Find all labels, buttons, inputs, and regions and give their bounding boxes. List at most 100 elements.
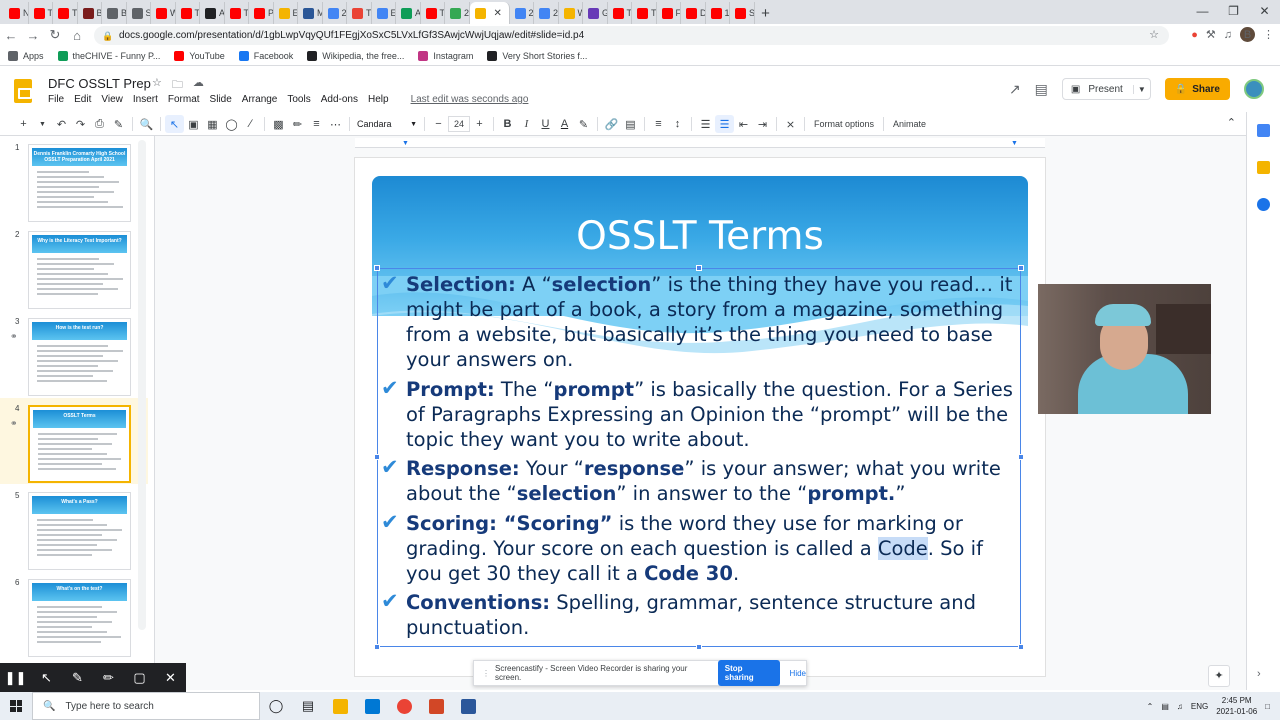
- link-icon[interactable]: 🔗: [602, 115, 621, 133]
- browser-tab[interactable]: A R: [200, 2, 225, 24]
- start-button[interactable]: [0, 692, 32, 720]
- decrease-font-icon[interactable]: −: [429, 115, 448, 133]
- browser-tab[interactable]: 20: [323, 2, 347, 24]
- url-input[interactable]: 🔒 docs.google.com/presentation/d/1gbLwpV…: [94, 26, 1169, 45]
- textbox-icon[interactable]: ▣: [184, 115, 203, 133]
- tab-close-icon[interactable]: ✕: [494, 8, 502, 19]
- mail-icon[interactable]: [356, 692, 388, 720]
- menu-file[interactable]: File: [48, 94, 64, 105]
- browser-tab[interactable]: ✕: [469, 2, 510, 24]
- browser-tab[interactable]: Tru: [632, 2, 657, 24]
- tasks-icon[interactable]: [1257, 198, 1270, 211]
- account-avatar[interactable]: [1244, 79, 1264, 99]
- clock[interactable]: 2:45 PM 2021-01-06: [1216, 695, 1257, 717]
- chrome-icon[interactable]: [388, 692, 420, 720]
- language-indicator[interactable]: ENG: [1191, 702, 1208, 711]
- bookmark-item[interactable]: theCHIVE - Funny P...: [57, 50, 160, 61]
- animate-button[interactable]: Animate: [888, 119, 931, 129]
- present-dropdown-icon[interactable]: ▼: [1132, 84, 1150, 94]
- selected-text-highlight[interactable]: Code: [877, 536, 928, 560]
- bookmark-item[interactable]: Instagram: [418, 50, 473, 61]
- camera-icon[interactable]: ▢: [124, 670, 155, 686]
- cloud-status-icon[interactable]: ☁: [193, 76, 204, 95]
- browser-tab[interactable]: Wi: [151, 2, 176, 24]
- drag-handle-icon[interactable]: ⋮: [482, 669, 490, 678]
- last-edit-status[interactable]: Last edit was seconds ago: [411, 94, 529, 105]
- activity-trend-icon[interactable]: ↗: [1009, 81, 1021, 98]
- slide-thumbnail[interactable]: What's a Pass?: [28, 492, 131, 570]
- browser-tab[interactable]: De: [681, 2, 706, 24]
- bookmark-item[interactable]: Apps: [8, 50, 44, 61]
- browser-tab[interactable]: Th: [421, 2, 445, 24]
- browser-tab[interactable]: EN: [372, 2, 396, 24]
- keep-icon[interactable]: [1257, 161, 1270, 174]
- share-button[interactable]: 🔒 Share: [1164, 78, 1230, 100]
- powerpoint-icon[interactable]: [420, 692, 452, 720]
- cortana-icon[interactable]: ◯: [260, 692, 292, 720]
- pause-icon[interactable]: ❚❚: [0, 670, 31, 686]
- explore-icon[interactable]: ✦: [1208, 665, 1230, 687]
- browser-tab[interactable]: Tril: [347, 2, 372, 24]
- font-size-input[interactable]: 24: [448, 116, 470, 132]
- restore-icon[interactable]: ❐: [1218, 0, 1249, 22]
- notifications-icon[interactable]: □: [1265, 702, 1270, 711]
- comment-icon[interactable]: ▤: [621, 115, 640, 133]
- extension-icon[interactable]: ●: [1191, 29, 1198, 41]
- browser-tab[interactable]: Bo: [78, 2, 102, 24]
- volume-icon[interactable]: ♫: [1177, 702, 1183, 711]
- border-weight-icon[interactable]: ≡: [307, 115, 326, 133]
- undo-icon[interactable]: ↶: [52, 115, 71, 133]
- highlighter-icon[interactable]: ✏: [93, 670, 124, 686]
- resize-handle[interactable]: [1018, 265, 1024, 271]
- stop-sharing-button[interactable]: Stop sharing: [717, 660, 780, 686]
- slide-thumbnail[interactable]: OSSLT Terms: [28, 405, 131, 483]
- chevron-right-icon[interactable]: ›: [1257, 668, 1261, 680]
- browser-tab[interactable]: As: [396, 2, 421, 24]
- browser-tab[interactable]: Mo: [298, 2, 323, 24]
- browser-tab[interactable]: Na: [4, 2, 29, 24]
- browser-tab[interactable]: Th: [608, 2, 632, 24]
- bookmark-star-icon[interactable]: ☆: [1149, 28, 1159, 41]
- slides-logo-icon[interactable]: [14, 79, 32, 103]
- forward-icon[interactable]: →: [22, 28, 44, 43]
- close-icon[interactable]: ✕: [155, 670, 186, 686]
- hide-button[interactable]: Hide: [790, 669, 806, 678]
- bookmark-item[interactable]: YouTube: [174, 50, 225, 61]
- browser-tab[interactable]: 20: [510, 2, 534, 24]
- pointer-icon[interactable]: ↖: [31, 670, 62, 686]
- align-icon[interactable]: ≡: [649, 115, 668, 133]
- browser-tab[interactable]: Top: [176, 2, 200, 24]
- minimize-icon[interactable]: —: [1187, 0, 1218, 22]
- star-icon[interactable]: ☆: [152, 76, 162, 95]
- slide-thumbnail-row[interactable]: 1 Dennis Franklin Cromarty High School OS…: [0, 137, 148, 223]
- bookmark-item[interactable]: Wikipedia, the free...: [307, 50, 404, 61]
- browser-tab[interactable]: 20: [534, 2, 559, 24]
- menu-add-ons[interactable]: Add-ons: [321, 94, 358, 105]
- ruler-indent-icon[interactable]: ▼: [402, 140, 410, 147]
- clear-formatting-icon[interactable]: ⨯: [781, 115, 800, 133]
- font-select[interactable]: Candara ▼: [354, 115, 420, 133]
- slide-thumbnail-row[interactable]: 5 What's a Pass?: [0, 485, 148, 571]
- bulleted-list-icon[interactable]: ☰: [715, 115, 734, 133]
- close-window-icon[interactable]: ✕: [1249, 0, 1280, 22]
- menu-insert[interactable]: Insert: [133, 94, 158, 105]
- menu-slide[interactable]: Slide: [210, 94, 232, 105]
- zoom-icon[interactable]: 🔍: [137, 115, 156, 133]
- new-slide-dropdown-icon[interactable]: ▼: [33, 115, 52, 133]
- menu-view[interactable]: View: [101, 94, 123, 105]
- bookmark-item[interactable]: Very Short Stories f...: [487, 50, 587, 61]
- filmstrip-scrollbar[interactable]: [138, 140, 146, 630]
- browser-tab[interactable]: Sul: [730, 2, 755, 24]
- browser-tab[interactable]: Top: [29, 2, 53, 24]
- numbered-list-icon[interactable]: ☰: [696, 115, 715, 133]
- bookmark-item[interactable]: Facebook: [238, 50, 293, 61]
- task-view-icon[interactable]: ▤: [292, 692, 324, 720]
- comments-icon[interactable]: ▤: [1035, 81, 1048, 98]
- slide-thumbnail[interactable]: Dennis Franklin Cromarty High School OSS…: [28, 144, 131, 222]
- menu-arrange[interactable]: Arrange: [242, 94, 278, 105]
- file-explorer-icon[interactable]: [324, 692, 356, 720]
- increase-indent-icon[interactable]: ⇥: [753, 115, 772, 133]
- slide-body-text[interactable]: ✔ Selection: A “selection” is the thing …: [381, 271, 1021, 645]
- slide-thumbnail[interactable]: How is the test run?: [28, 318, 131, 396]
- bold-icon[interactable]: B: [498, 115, 517, 133]
